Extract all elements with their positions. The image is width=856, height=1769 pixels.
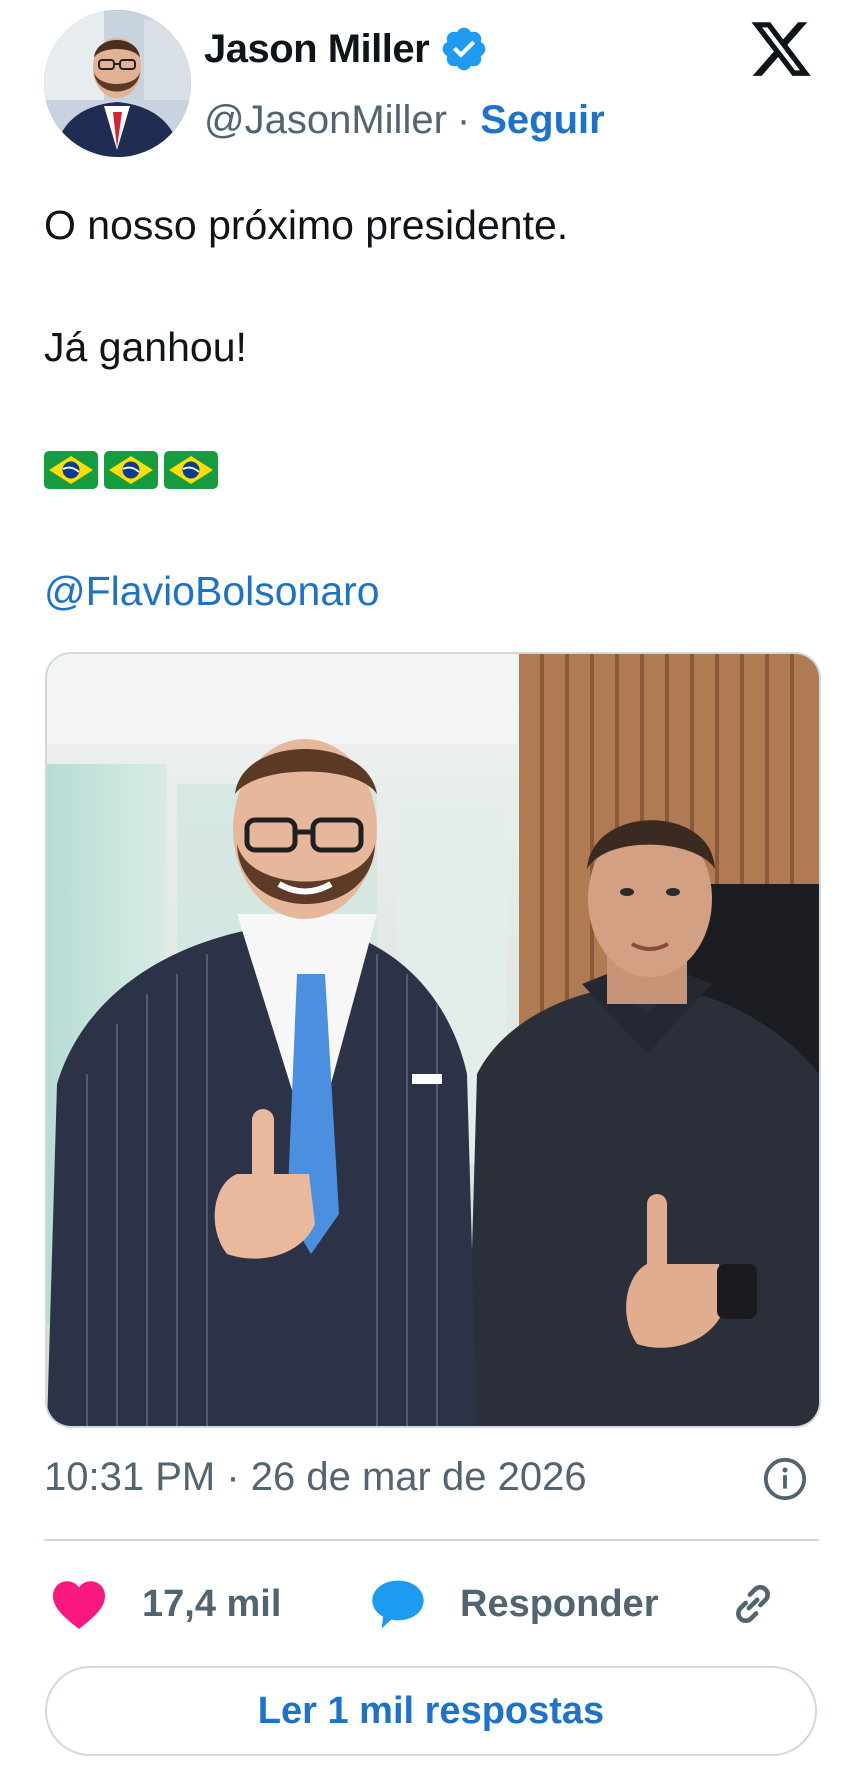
like-count: 17,4 mil [142,1582,282,1625]
reply-button[interactable]: Responder [370,1572,658,1636]
author-display-name[interactable]: Jason Miller [204,27,430,72]
flag-emoji-row [44,439,804,500]
mention-link[interactable]: @FlavioBolsonaro [44,561,804,622]
heart-icon [53,1581,105,1630]
author-name-row: Jason Miller [204,24,489,74]
divider [44,1539,819,1541]
info-icon[interactable] [762,1456,808,1502]
tweet-actions: 17,4 mil Responder [44,1572,819,1636]
author-handle[interactable]: @JasonMiller [204,98,447,143]
avatar[interactable] [44,10,191,157]
follow-button[interactable]: Seguir [480,98,604,143]
link-icon [736,1584,770,1624]
read-replies-button[interactable]: Ler 1 mil respostas [45,1666,817,1756]
brazil-flag-icon [164,450,218,489]
speech-bubble-icon [372,1580,424,1629]
tweet-line-1: O nosso próximo presidente. [44,202,569,248]
brazil-flag-icon [104,450,158,489]
like-button[interactable]: 17,4 mil [50,1572,281,1636]
tweet-line-2: Já ganhou! [44,324,247,370]
x-logo-icon[interactable] [748,16,814,82]
author-handle-row: @JasonMiller · Seguir [204,98,605,143]
separator-dot: · [456,98,471,142]
tweet-text: O nosso próximo presidente. Já ganhou! @… [44,195,804,622]
tweet-photo[interactable] [45,652,821,1428]
brazil-flag-icon [44,450,98,489]
verified-badge-icon [442,27,486,71]
tweet-timestamp[interactable]: 10:31 PM · 26 de mar de 2026 [44,1455,587,1500]
reply-label: Responder [460,1582,659,1625]
copy-link-button[interactable] [728,1572,812,1636]
tweet-header: Jason Miller @JasonMiller · Seguir [44,10,814,160]
